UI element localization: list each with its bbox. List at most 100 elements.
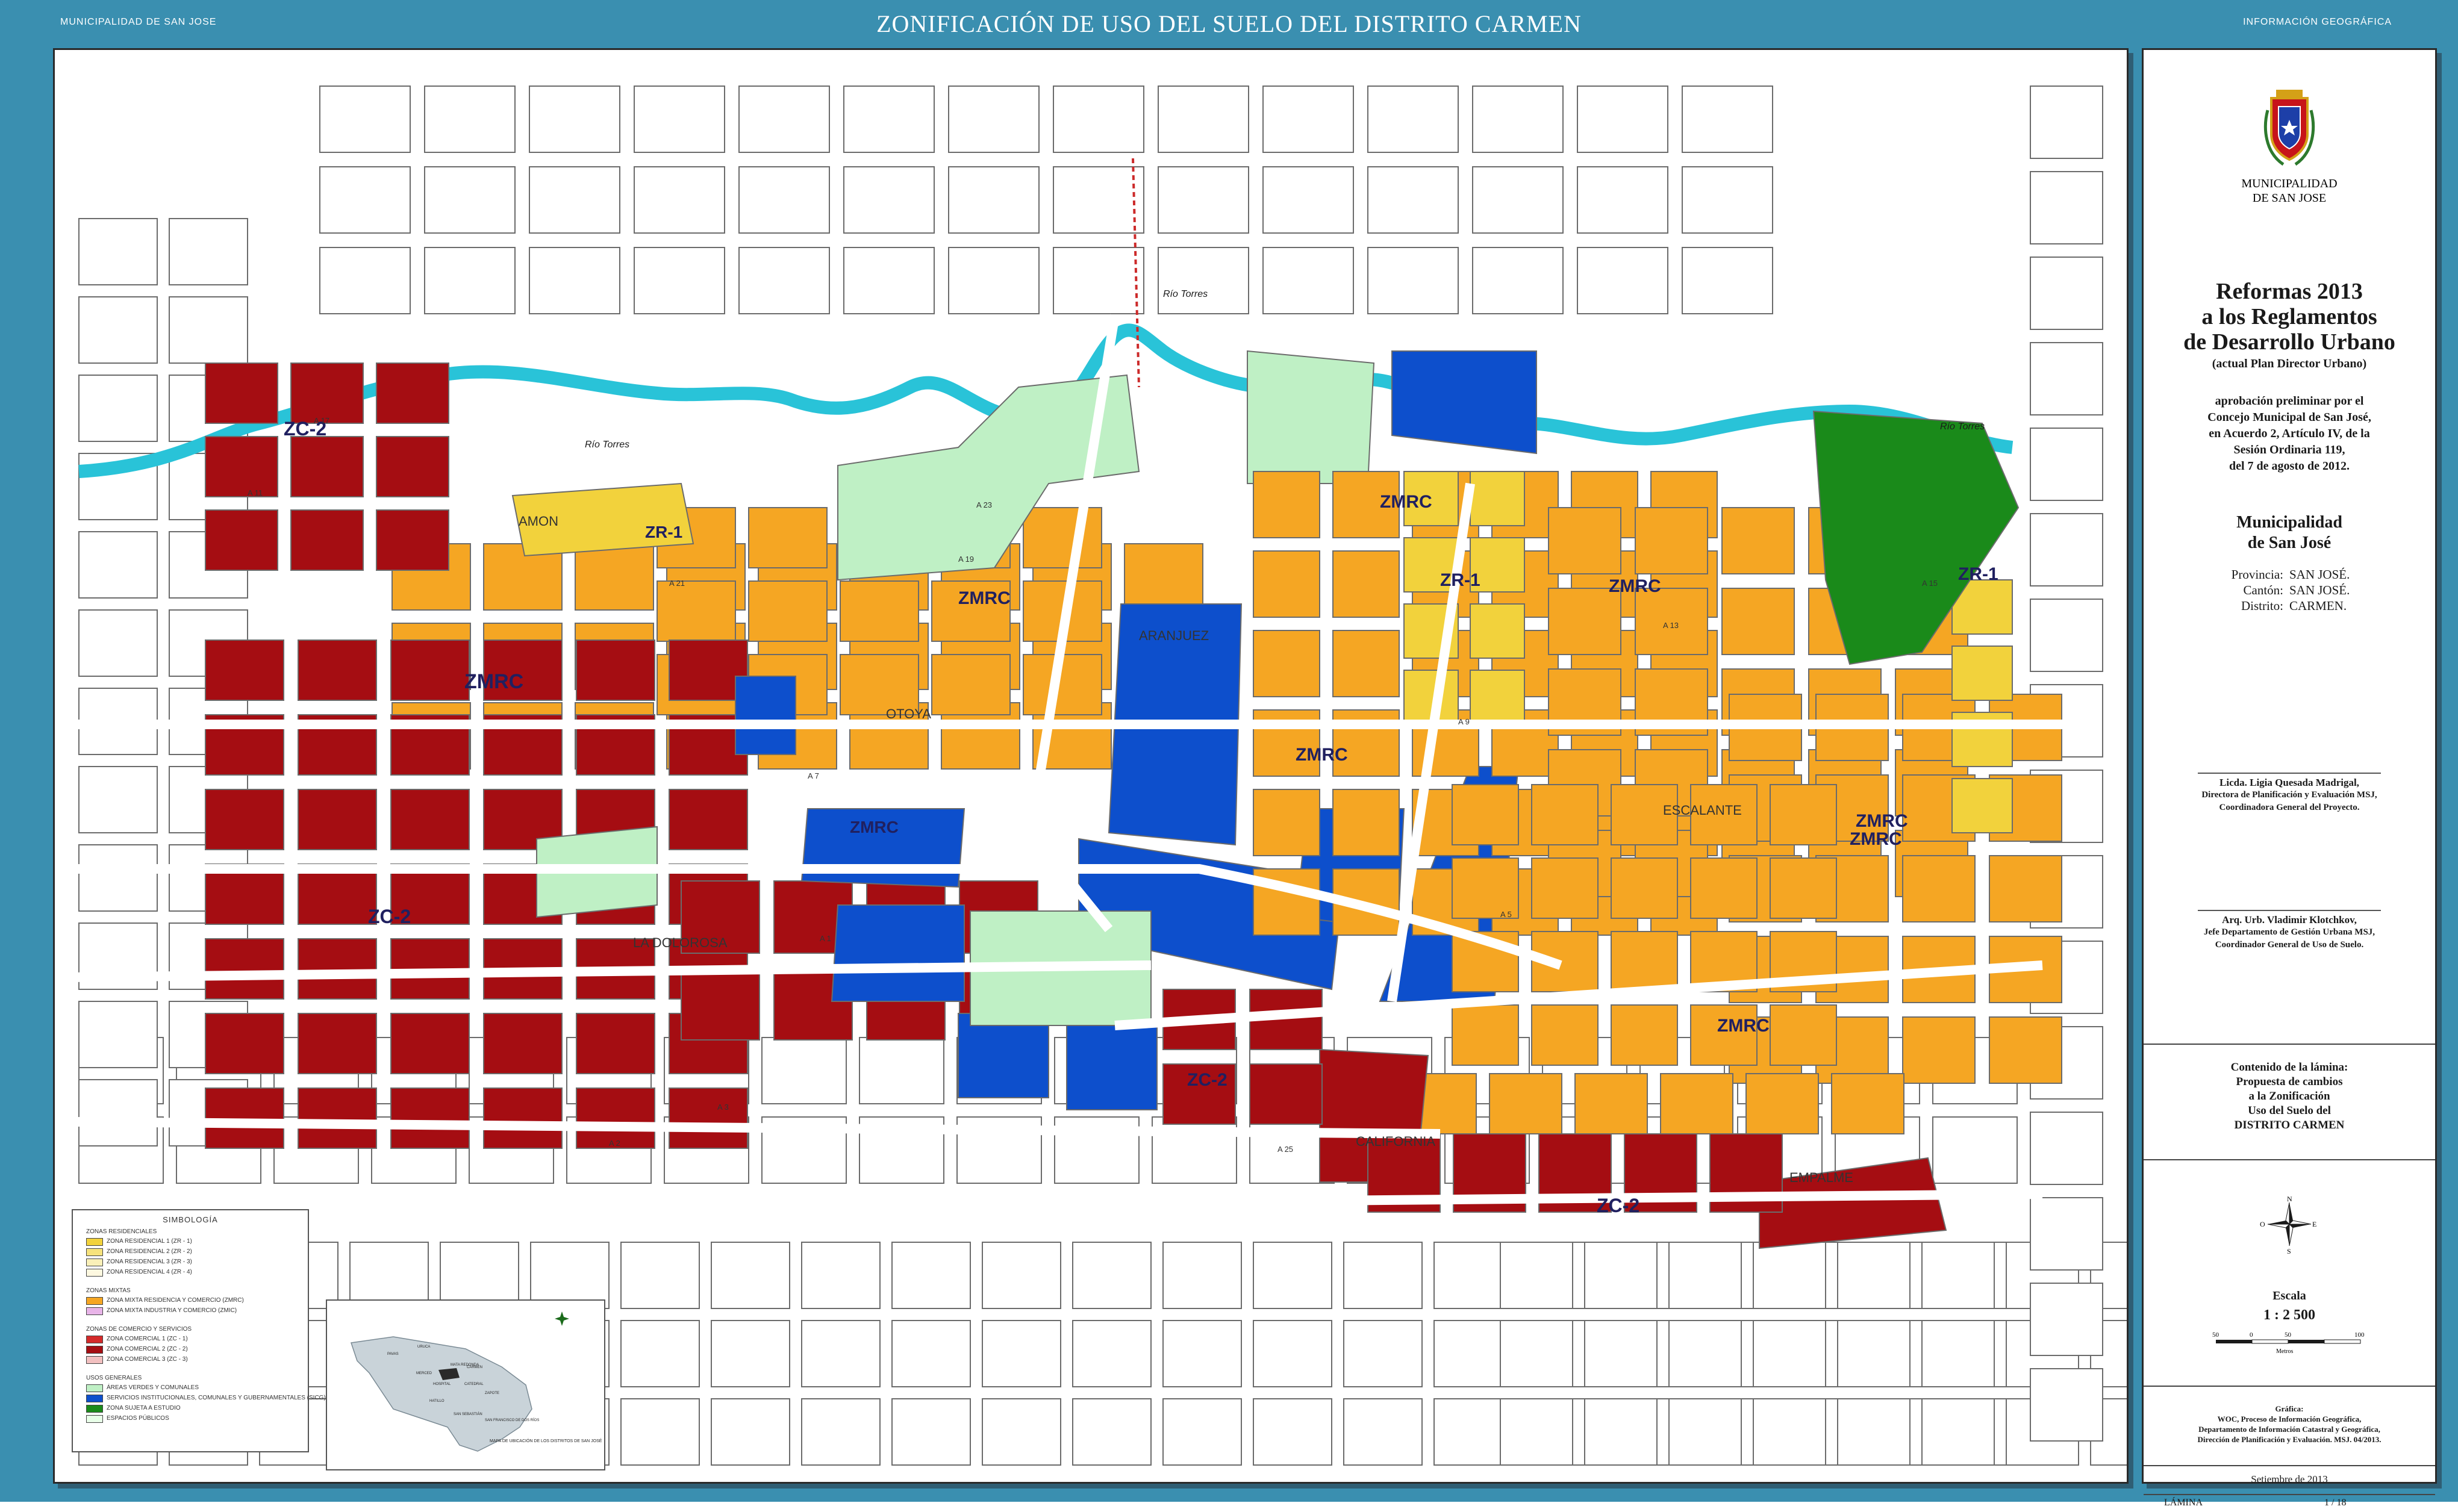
compass-n: N	[2287, 1195, 2292, 1203]
base-block	[2030, 86, 2103, 159]
zone-block-zmrc	[1531, 857, 1599, 919]
header-geo-info: INFORMACIÓN GEOGRÁFICA	[2243, 17, 2392, 27]
river-label: Río Torres	[1940, 422, 1985, 432]
legend-group-heading: ZONAS MIXTAS	[86, 1287, 131, 1294]
street-label: A 2	[609, 1139, 620, 1148]
base-block	[1584, 1398, 1658, 1466]
street-label: A 13	[1663, 621, 1679, 630]
street-label: A 5	[1500, 910, 1512, 919]
zone-institutional	[831, 904, 965, 1002]
base-block	[1343, 1242, 1423, 1309]
municipality-heading-line-2: de San José	[2247, 534, 2332, 552]
base-block	[530, 1242, 610, 1309]
zone-block-zmrc	[1124, 543, 1203, 611]
zone-block-zmrc	[1452, 1004, 1519, 1066]
approval-line-1: aprobación preliminar por el	[2215, 394, 2364, 408]
neighborhood-label: LA DOLOROSA	[633, 935, 728, 950]
base-block	[1367, 247, 1459, 314]
legend-label: SERVICIOS INSTITUCIONALES, COMUNALES Y G…	[107, 1395, 326, 1401]
base-block	[1053, 86, 1144, 153]
base-block	[1753, 1242, 1826, 1309]
zone-block-zc2	[290, 362, 364, 424]
zone-block-zmrc	[1831, 1073, 1904, 1134]
street-label: A 1	[820, 934, 831, 943]
inset-district-label: HOSPITAL	[433, 1383, 451, 1386]
signature-1-role-2: Coordinadora General del Proyecto.	[2219, 803, 2360, 812]
inset-district-label: ZAPOTE	[485, 1392, 499, 1395]
zone-block-zmrc	[931, 654, 1011, 715]
base-block	[1262, 86, 1354, 153]
zone-block-zmrc	[1770, 857, 1837, 919]
base-block	[2030, 599, 2103, 672]
base-block	[529, 247, 620, 314]
base-block	[169, 218, 248, 285]
zone-block-zmrc	[1902, 855, 1976, 922]
street-label: A 19	[958, 555, 974, 564]
base-block	[891, 1320, 971, 1387]
base-block	[1053, 166, 1144, 234]
base-block	[620, 1398, 700, 1466]
credits-text: Gráfica: WOC, Proceso de Información Geo…	[2150, 1404, 2429, 1445]
street-label: A 9	[1458, 717, 1470, 726]
zone-block-zmrc	[1253, 550, 1320, 618]
base-block	[319, 86, 411, 153]
inset-district-label: PAVAS	[387, 1352, 399, 1356]
zone-block-zc2	[205, 1087, 284, 1149]
base-block	[78, 375, 158, 442]
legend-group-heading: ZONAS DE COMERCIO Y SERVICIOS	[86, 1326, 192, 1333]
zone-block-zr1	[1951, 778, 2013, 833]
main-title-line-2: a los Reglamentos	[2201, 304, 2377, 329]
municipal-shield-icon	[2259, 86, 2319, 170]
logo-caption-line-2: DE SAN JOSE	[2252, 191, 2327, 205]
zone-label: ZC-2	[368, 906, 411, 927]
zone-label: ZMRC	[1296, 745, 1348, 765]
base-block	[1753, 1398, 1826, 1466]
base-block	[1367, 166, 1459, 234]
zone-block-zc2	[205, 436, 278, 497]
zone-block-zmrc	[1548, 588, 1621, 655]
zone-institutional	[735, 676, 796, 755]
neighborhood-label: AMON	[519, 514, 558, 529]
zone-block-zr1	[1951, 646, 2013, 701]
zone-block-zmrc	[748, 507, 828, 568]
logo-caption: MUNICIPALIDAD DE SAN JOSE	[2144, 176, 2435, 205]
signature-line-1	[2198, 773, 2381, 774]
zone-block-zc2	[205, 789, 284, 850]
zone-block-zc2	[681, 967, 760, 1041]
zone-block-zc2	[205, 362, 278, 424]
legend-swatch	[86, 1307, 103, 1315]
canton-key: Cantón:	[2243, 583, 2284, 597]
legend-swatch	[86, 1356, 103, 1364]
scale-tick-3: 100	[2354, 1331, 2365, 1339]
base-block	[634, 247, 725, 314]
base-block	[711, 1398, 790, 1466]
zone-block-zmrc	[1332, 550, 1400, 618]
map-frame[interactable]: ZC-2 ZR-1 ZMRC ZMRC ZMRC ZR-1 ZMRC ZR-1 ZMRC ZMRC…	[53, 48, 2129, 1484]
compass-s: S	[2287, 1247, 2291, 1254]
zone-block-zmrc	[1253, 789, 1320, 856]
zone-block-zmrc	[840, 580, 919, 642]
base-block	[1472, 86, 1564, 153]
zoning-map[interactable]: ZC-2ZR-1ZMRCZMRCZMRCZR-1 ZMRCZR-1ZMRCZMRC…	[55, 50, 2127, 1482]
signature-1-name: Licda. Ligia Quesada Madrigal,	[2219, 777, 2359, 788]
base-block	[319, 166, 411, 234]
base-block	[1837, 1398, 1911, 1466]
legend-label: ZONA MIXTA INDUSTRIA Y COMERCIO (ZMIC)	[107, 1307, 237, 1314]
municipality-heading-line-1: Municipalidad	[2236, 513, 2342, 532]
zone-block-zmrc	[1548, 507, 1621, 574]
base-block	[982, 1320, 1061, 1387]
zone-block-zmrc	[1489, 1073, 1562, 1134]
zone-block-zc2	[376, 509, 449, 571]
inset-north-arrow-icon	[555, 1311, 569, 1326]
zone-label: ZC-2	[1597, 1195, 1639, 1216]
zone-block-zmrc	[1611, 1004, 1678, 1066]
street-label: A 23	[976, 500, 992, 509]
base-block	[78, 531, 158, 599]
legend-label: ZONA RESIDENCIAL 2 (ZR - 2)	[107, 1248, 192, 1255]
legend-label: ÁREAS VERDES Y COMUNALES	[107, 1384, 199, 1391]
page-title: ZONIFICACIÓN DE USO DEL SUELO DEL DISTRI…	[876, 10, 1582, 37]
base-block	[1072, 1242, 1152, 1309]
base-block	[2030, 342, 2103, 415]
base-block	[78, 766, 158, 833]
zone-block-zc2	[376, 436, 449, 497]
